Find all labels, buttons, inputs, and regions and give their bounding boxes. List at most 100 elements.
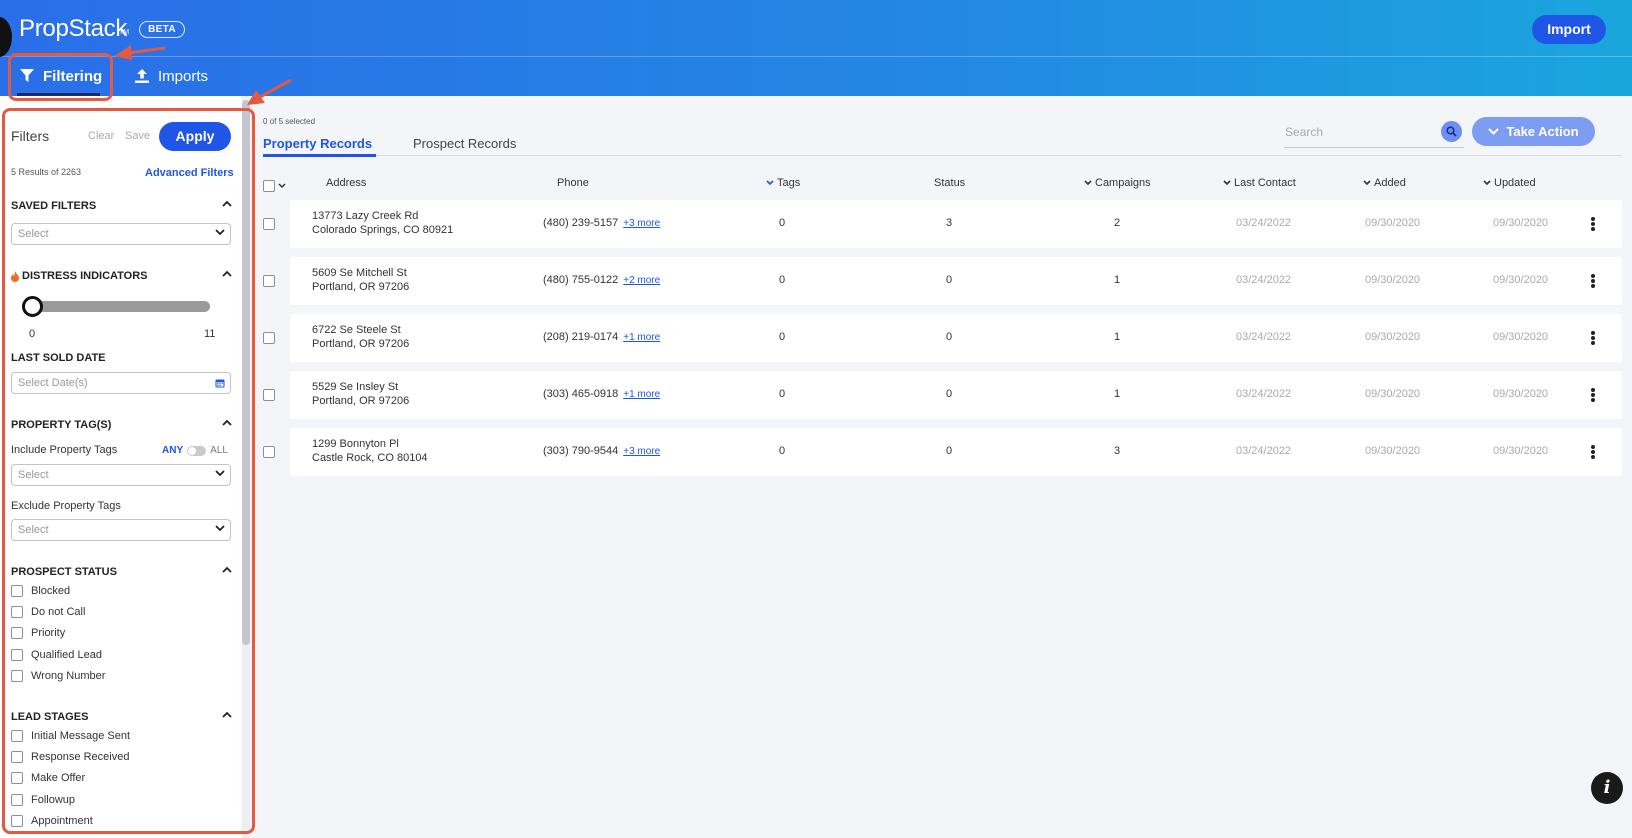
tab-property-records[interactable]: Property Records [263, 136, 372, 151]
updated-cell: 09/30/2020 [1493, 445, 1549, 457]
tags-cell: 0 [779, 388, 786, 400]
distress-slider-track[interactable] [25, 301, 210, 312]
checkbox[interactable] [11, 606, 23, 618]
distress-indicators-title: DISTRESS INDICATORS [22, 270, 148, 282]
option-label: Blocked [31, 585, 71, 597]
status-cell: 0 [946, 331, 953, 343]
updated-cell: 09/30/2020 [1493, 331, 1549, 343]
phone-cell: (303) 465-0918 +1 more [543, 388, 660, 400]
phone-cell: (480) 239-5157 +3 more [543, 217, 660, 229]
lead-stages-header[interactable]: LEAD STAGES [11, 711, 232, 723]
chevron-up-icon [222, 270, 232, 277]
option-label: Response Received [31, 751, 130, 763]
address-line2: Castle Rock, CO 80104 [312, 452, 428, 464]
address-line1: 5529 Se Insley St [312, 381, 399, 393]
exclude-tags-select[interactable]: Select [11, 519, 231, 541]
apply-button[interactable]: Apply [159, 122, 231, 151]
match-toggle-switch[interactable] [187, 445, 207, 456]
saved-filters-select[interactable]: Select [11, 223, 231, 245]
search-icon[interactable] [1441, 121, 1462, 142]
column-tags[interactable]: Tags [766, 177, 800, 189]
info-icon[interactable]: i [1591, 772, 1623, 804]
row-checkbox[interactable] [263, 275, 275, 287]
more-phones-link[interactable]: +3 more [623, 446, 660, 457]
sidebar-scrollbar-thumb[interactable] [242, 100, 250, 645]
prospect-status-option[interactable]: Wrong Number [11, 670, 105, 682]
more-phones-link[interactable]: +3 more [623, 218, 660, 229]
saved-filters-header[interactable]: SAVED FILTERS [11, 200, 232, 212]
table-row[interactable] [290, 371, 1622, 419]
property-tags-header[interactable]: PROPERTY TAG(S) [11, 419, 232, 431]
chevron-down-icon [215, 470, 225, 477]
checkbox[interactable] [11, 585, 23, 597]
advanced-filters-link[interactable]: Advanced Filters [145, 167, 234, 179]
row-menu-icon[interactable] [1591, 217, 1595, 231]
checkbox[interactable] [11, 815, 23, 827]
checkbox[interactable] [11, 670, 23, 682]
include-tags-select[interactable]: Select [11, 464, 231, 486]
status-cell: 3 [946, 217, 953, 229]
clear-button[interactable]: Clear [88, 130, 114, 142]
row-menu-icon[interactable] [1591, 274, 1595, 288]
column-status[interactable]: Status [934, 177, 965, 189]
prospect-status-option[interactable]: Do not Call [11, 606, 85, 618]
distress-indicators-header[interactable]: DISTRESS INDICATORS [11, 270, 232, 282]
campaigns-cell: 3 [1114, 445, 1121, 457]
lead-stage-option[interactable]: Response Received [11, 751, 129, 763]
checkbox[interactable] [11, 649, 23, 661]
column-label: Updated [1494, 177, 1536, 189]
table-row[interactable] [290, 428, 1622, 476]
column-address[interactable]: Address [326, 177, 366, 189]
table-row[interactable] [290, 200, 1622, 248]
column-last-contact[interactable]: Last Contact [1223, 177, 1296, 189]
checkbox[interactable] [11, 772, 23, 784]
column-added[interactable]: Added [1363, 177, 1406, 189]
select-all-checkbox[interactable] [263, 180, 275, 192]
lead-stage-option[interactable]: Make Offer [11, 772, 85, 784]
sort-chevron-icon [1084, 180, 1092, 186]
prospect-status-option[interactable]: Blocked [11, 585, 70, 597]
tab-prospect-records[interactable]: Prospect Records [413, 136, 516, 151]
prospect-status-option[interactable]: Priority [11, 627, 65, 639]
column-label: Added [1374, 177, 1406, 189]
row-menu-icon[interactable] [1591, 445, 1595, 459]
last-sold-date-input[interactable]: Select Date(s) [11, 372, 231, 394]
checkbox[interactable] [11, 730, 23, 742]
column-phone[interactable]: Phone [557, 177, 589, 189]
lead-stage-option[interactable]: Followup [11, 794, 75, 806]
take-action-button[interactable]: Take Action [1472, 117, 1595, 146]
chevron-down-icon[interactable] [278, 183, 286, 189]
column-updated[interactable]: Updated [1483, 177, 1536, 189]
checkbox[interactable] [11, 627, 23, 639]
column-label: Campaigns [1095, 177, 1151, 189]
import-button[interactable]: Import [1532, 15, 1606, 44]
tags-cell: 0 [779, 445, 786, 457]
option-label: Wrong Number [31, 670, 106, 682]
sort-chevron-icon [1363, 180, 1371, 186]
row-menu-icon[interactable] [1591, 388, 1595, 402]
table-row[interactable] [290, 257, 1622, 305]
more-phones-link[interactable]: +1 more [623, 389, 660, 400]
row-checkbox[interactable] [263, 332, 275, 344]
address-line1: 5609 Se Mitchell St [312, 267, 407, 279]
checkbox[interactable] [11, 794, 23, 806]
more-phones-link[interactable]: +1 more [623, 332, 660, 343]
row-checkbox[interactable] [263, 389, 275, 401]
more-phones-link[interactable]: +2 more [623, 275, 660, 286]
row-menu-icon[interactable] [1591, 331, 1595, 345]
row-checkbox[interactable] [263, 218, 275, 230]
prospect-status-option[interactable]: Qualified Lead [11, 649, 102, 661]
row-checkbox[interactable] [263, 446, 275, 458]
distress-slider-handle[interactable] [22, 296, 43, 317]
campaigns-cell: 1 [1114, 331, 1121, 343]
column-campaigns[interactable]: Campaigns [1084, 177, 1151, 189]
lead-stage-option[interactable]: Appointment [11, 815, 93, 827]
save-button[interactable]: Save [125, 130, 150, 142]
phone-number: (303) 790-9544 [543, 445, 619, 457]
any-all-toggle[interactable]: ANY ALL [162, 445, 228, 456]
lead-stage-option[interactable]: Initial Message Sent [11, 730, 130, 742]
search-placeholder: Search [1285, 125, 1324, 139]
checkbox[interactable] [11, 751, 23, 763]
table-row[interactable] [290, 314, 1622, 362]
prospect-status-header[interactable]: PROSPECT STATUS [11, 566, 232, 578]
